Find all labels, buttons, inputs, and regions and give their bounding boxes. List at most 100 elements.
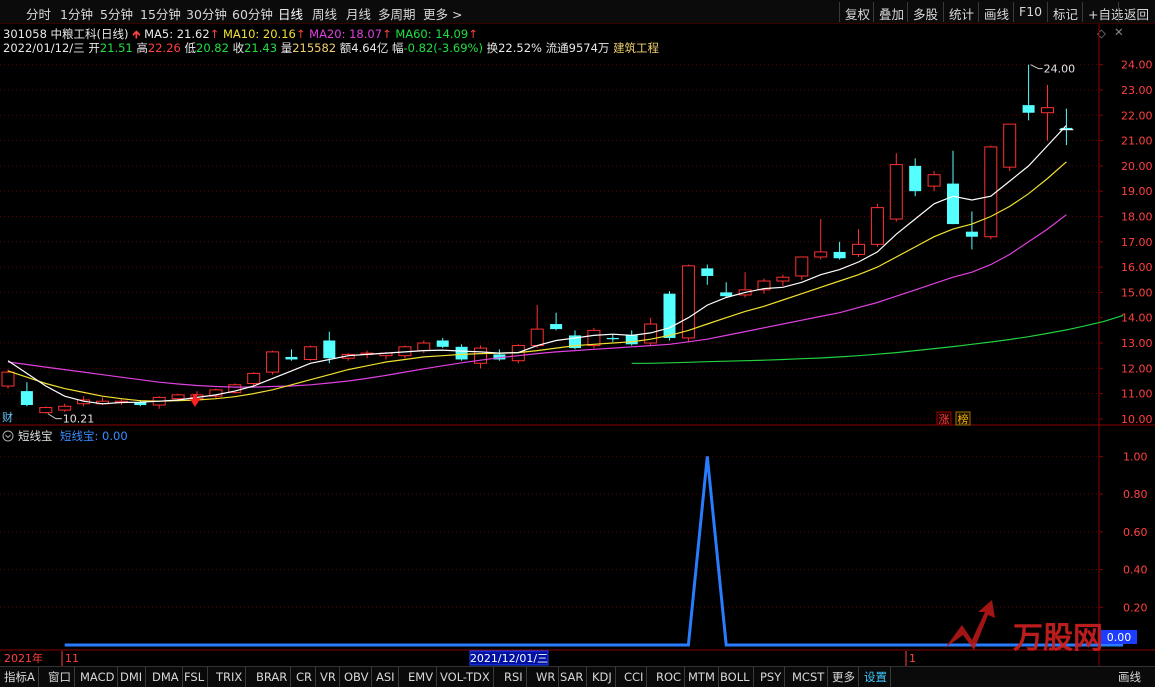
candle-body-up[interactable] (247, 372, 261, 385)
indicator-tab-4[interactable]: DMA (149, 667, 183, 687)
candle-body-up[interactable] (417, 342, 431, 352)
candle-body-up[interactable] (795, 256, 809, 277)
ma10-line (7, 161, 1067, 402)
indicator-tab-19[interactable]: ROC (653, 667, 686, 687)
price-tick-label: 12.00 (1121, 362, 1153, 375)
candle-body-down[interactable] (833, 251, 846, 259)
candle-body-up[interactable] (776, 276, 790, 282)
candle-body-up[interactable] (530, 328, 544, 347)
candle-body-down[interactable] (909, 165, 922, 192)
low-marker (47, 413, 62, 420)
cursor-date-label: 2021/12/01/三 (470, 652, 548, 665)
indicator-tab-3[interactable]: DMI (117, 667, 147, 687)
candle-body-down[interactable] (625, 335, 638, 345)
limit-up-badge: 涨 (939, 413, 950, 426)
draw-line-tab[interactable]: 画线 (1115, 667, 1144, 687)
indicator-tick-label: 0.40 (1123, 564, 1148, 577)
price-tick-label: 15.00 (1121, 286, 1153, 299)
rank-badge: 榜 (958, 412, 969, 426)
chevron-down-icon-mark (5, 434, 11, 439)
indicator-tab-13[interactable]: VOL-TDX (437, 667, 494, 687)
indicator-line (64, 456, 1124, 647)
candle-body-up[interactable] (58, 405, 72, 411)
indicator-tick-label: 0.80 (1123, 488, 1148, 501)
indicator-tab-0[interactable]: 指标A (1, 667, 39, 687)
candle-body-up[interactable] (984, 146, 998, 238)
candle-body-down[interactable] (965, 231, 978, 237)
indicator-tab-9[interactable]: VR (317, 667, 340, 687)
chevron-down-icon[interactable] (2, 430, 14, 442)
candle-body-down[interactable] (436, 340, 449, 347)
candle-body-down[interactable] (134, 402, 147, 406)
indicator-tab-18[interactable]: CCI (621, 667, 648, 687)
candle-body-up[interactable] (171, 394, 185, 400)
candle-body-down[interactable] (1022, 105, 1035, 113)
candle-body-up[interactable] (39, 407, 53, 414)
chart-canvas[interactable]: 24.00 23.00 22.00 21.00 20.00 19.00 18.00 17.00… (0, 0, 1155, 666)
candle-body-up[interactable] (681, 265, 695, 339)
candle-body-up[interactable] (870, 207, 884, 245)
candle-body-down[interactable] (606, 337, 619, 340)
indicator-tab-1[interactable]: 窗口 (45, 667, 75, 687)
high-marker (1030, 64, 1043, 70)
indicator-tab-15[interactable]: WR (533, 667, 560, 687)
candle-body-down[interactable] (550, 324, 563, 330)
indicator-tab-11[interactable]: ASI (373, 667, 399, 687)
indicator-tab-8[interactable]: CR (293, 667, 317, 687)
price-tick-label: 20.00 (1121, 160, 1153, 173)
candle-body-down[interactable] (720, 292, 733, 297)
price-tick-label: 17.00 (1121, 236, 1153, 249)
x-axis-year: 2021年 (4, 651, 43, 665)
candle-body-down[interactable] (947, 183, 959, 225)
ma5-line (7, 124, 1067, 405)
candle-body-down[interactable] (663, 293, 676, 338)
indicator-tab-22[interactable]: PSY (757, 667, 786, 687)
indicator-tab-6[interactable]: TRIX (213, 667, 247, 687)
indicator-tab-7[interactable]: BRAR (253, 667, 292, 687)
candle-body-up[interactable] (1003, 123, 1017, 168)
indicator-tick-label: 1.00 (1123, 450, 1148, 463)
candle-body-down[interactable] (323, 340, 336, 359)
price-tick-label: 16.00 (1121, 261, 1153, 274)
candle-body-down[interactable] (20, 391, 33, 406)
indicator-tab-16[interactable]: SAR (557, 667, 588, 687)
candle-body-down[interactable] (701, 268, 714, 276)
arrow-down-icon-shaft (193, 394, 197, 399)
indicator-tab-12[interactable]: EMV (405, 667, 438, 687)
indicator-tab-2[interactable]: MACD (77, 667, 119, 687)
indicator-value: 短线宝: 0.00 (60, 429, 128, 443)
candle-body-up[interactable] (266, 351, 280, 373)
price-tick-label: 10.00 (1121, 413, 1153, 426)
candle-body-up[interactable] (889, 164, 903, 220)
indicator-tab-14[interactable]: RSI (501, 667, 527, 687)
indicator-tick-label: 0.20 (1123, 601, 1148, 614)
candle-body-up[interactable] (814, 251, 828, 258)
low-price-label: 10.21 (63, 413, 95, 426)
candle-body-up[interactable] (927, 174, 941, 187)
indicator-tab-24[interactable]: 更多 (829, 667, 859, 687)
price-tick-label: 11.00 (1121, 388, 1153, 401)
finance-badge: 财 (2, 410, 13, 424)
indicator-tab-17[interactable]: KDJ (589, 667, 616, 687)
indicator-tab-20[interactable]: MTM (685, 667, 719, 687)
indicator-tick-label: 0.60 (1123, 526, 1148, 539)
candle-body-up[interactable] (303, 346, 317, 360)
candle-body-down[interactable] (285, 356, 298, 360)
indicator-tab-10[interactable]: OBV (341, 667, 373, 687)
candle-body-up[interactable] (852, 243, 865, 255)
candle-body-down[interactable] (455, 346, 468, 360)
price-tick-label: 22.00 (1121, 109, 1153, 122)
price-tick-label: 19.00 (1121, 185, 1153, 198)
candle-body-up[interactable] (1041, 107, 1054, 114)
candle-body-up[interactable] (1, 371, 15, 387)
indicator-tab-5[interactable]: FSL (181, 667, 209, 687)
candle-body-up[interactable] (587, 329, 601, 347)
high-price-label: 24.00 (1044, 63, 1076, 76)
indicator-tab-25[interactable]: 设置 (861, 667, 891, 687)
x-axis-month-2: 1 (909, 652, 916, 665)
x-axis-month-1: 11 (65, 652, 79, 665)
watermark-text: 万股网 (1013, 621, 1103, 656)
indicator-tab-23[interactable]: MCST (789, 667, 829, 687)
indicator-tab-21[interactable]: BOLL (717, 667, 754, 687)
price-tick-label: 24.00 (1121, 59, 1153, 72)
